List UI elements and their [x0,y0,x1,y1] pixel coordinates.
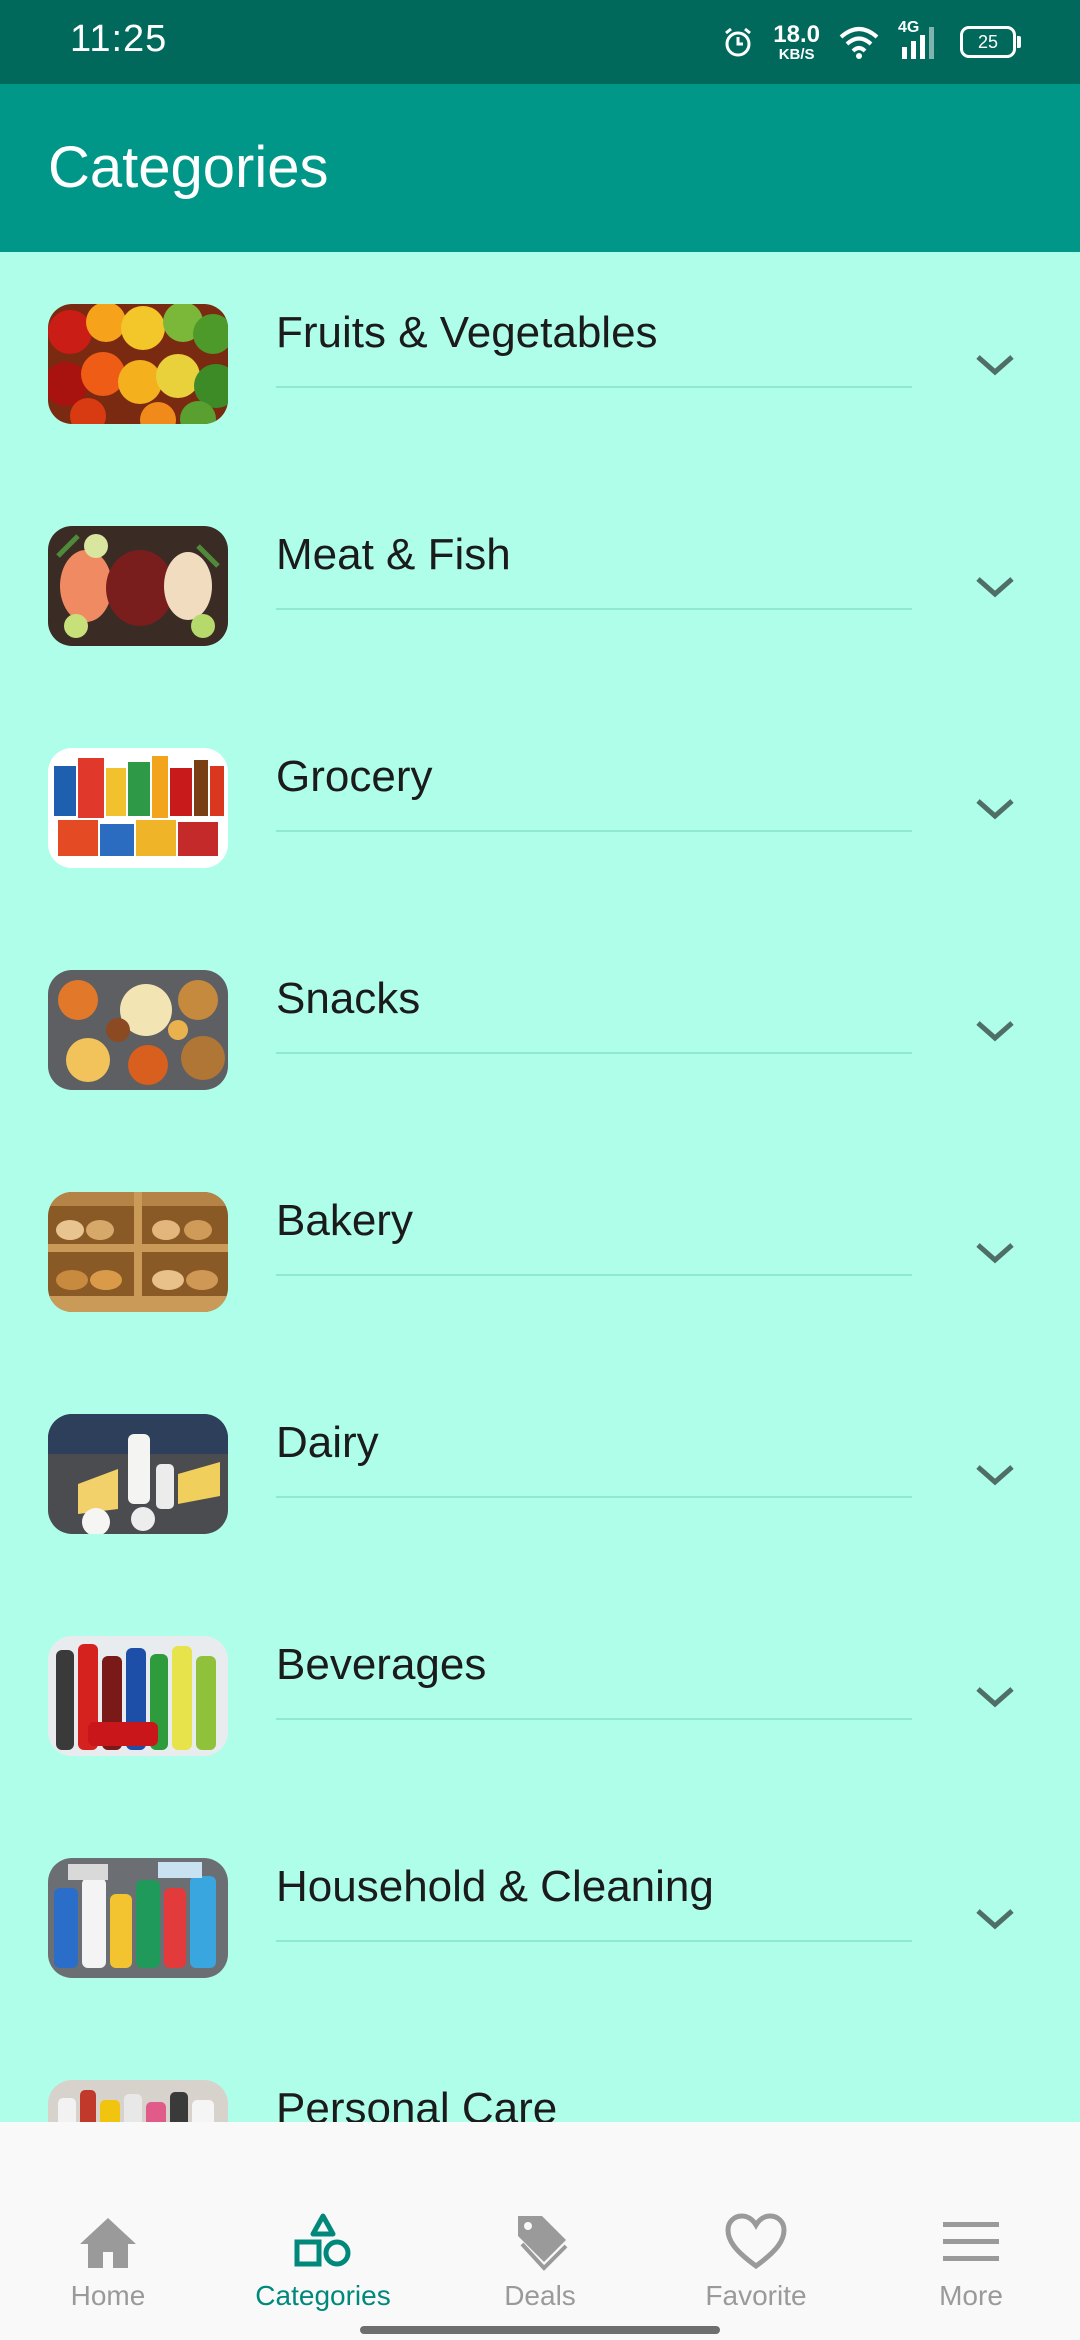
divider [276,1496,912,1498]
categories-icon [294,2213,351,2267]
page-title: Categories [48,135,329,200]
category-item-grocery[interactable]: Grocery [0,696,1080,918]
category-label: Personal Care [276,2084,558,2122]
tag-icon [518,2216,568,2271]
nav-label: Categories [255,2280,391,2311]
status-icons: 18.0 KB/S 4G 25 [721,18,1021,66]
nav-home[interactable]: Home [8,2212,208,2322]
household-cleaning-thumbnail [48,1858,228,1978]
chevron-down-icon[interactable] [972,350,1018,380]
chevron-down-icon[interactable] [972,1016,1018,1046]
net-speed-value: 18.0 [773,20,820,48]
dairy-thumbnail [48,1414,228,1534]
category-item-fruits-vegetables[interactable]: Fruits & Vegetables [0,252,1080,474]
personal-care-thumbnail [48,2080,228,2122]
battery-icon: 25 [960,26,1021,58]
chevron-down-icon[interactable] [972,1904,1018,1934]
category-list[interactable]: Fruits & Vegetables Meat & Fish Grocery … [0,252,1080,2122]
snacks-thumbnail [48,970,228,1090]
status-time: 11:25 [70,18,168,60]
category-label: Grocery [276,752,433,801]
category-label: Household & Cleaning [276,1862,714,1911]
menu-icon [943,2222,999,2261]
divider [276,1940,912,1942]
bakery-thumbnail [48,1192,228,1312]
beverages-thumbnail [48,1636,228,1756]
app-bar: Categories [0,84,1080,252]
nav-deals[interactable]: Deals [440,2212,640,2322]
home-indicator[interactable] [360,2326,720,2334]
bottom-nav: Home Categories Deals Favorite More [0,2122,1080,2340]
category-item-bakery[interactable]: Bakery [0,1140,1080,1362]
chevron-down-icon[interactable] [972,1460,1018,1490]
nav-categories[interactable]: Categories [223,2212,423,2322]
category-item-dairy[interactable]: Dairy [0,1362,1080,1584]
category-label: Dairy [276,1418,379,1467]
nav-label: Deals [504,2280,576,2311]
nav-label: Home [70,2280,146,2311]
category-item-meat-fish[interactable]: Meat & Fish [0,474,1080,696]
meat-fish-thumbnail [48,526,228,646]
nav-favorite[interactable]: Favorite [656,2212,856,2322]
cell-signal: 4G [898,19,942,61]
category-item-beverages[interactable]: Beverages [0,1584,1080,1806]
divider [276,1718,912,1720]
signal-icon [902,27,934,59]
alarm-icon [725,27,752,57]
category-label: Bakery [276,1196,413,1245]
home-icon [80,2218,136,2268]
category-label: Fruits & Vegetables [276,308,658,357]
net-speed: 18.0 KB/S [773,20,820,63]
chevron-down-icon[interactable] [972,572,1018,602]
category-item-snacks[interactable]: Snacks [0,918,1080,1140]
heart-icon [725,2213,787,2270]
nav-label: Favorite [705,2280,807,2311]
category-label: Meat & Fish [276,530,511,579]
divider [276,1274,912,1276]
category-item-personal-care[interactable]: Personal Care [0,2028,1080,2122]
divider [276,1052,912,1054]
wifi-icon [839,27,879,59]
chevron-down-icon[interactable] [972,1682,1018,1712]
category-label: Snacks [276,974,421,1023]
battery-level: 25 [977,31,999,52]
nav-label: More [939,2280,1003,2311]
chevron-down-icon[interactable] [972,794,1018,824]
category-item-household-cleaning[interactable]: Household & Cleaning [0,1806,1080,2028]
nav-more[interactable]: More [871,2212,1071,2322]
net-speed-unit: KB/S [778,45,815,63]
grocery-thumbnail [48,748,228,868]
category-label: Beverages [276,1640,487,1689]
divider [276,608,912,610]
divider [276,386,912,388]
status-bar: 11:25 18.0 KB/S 4G 25 [0,0,1080,84]
chevron-down-icon[interactable] [972,1238,1018,1268]
divider [276,830,912,832]
fruits-vegetables-thumbnail [48,304,228,424]
